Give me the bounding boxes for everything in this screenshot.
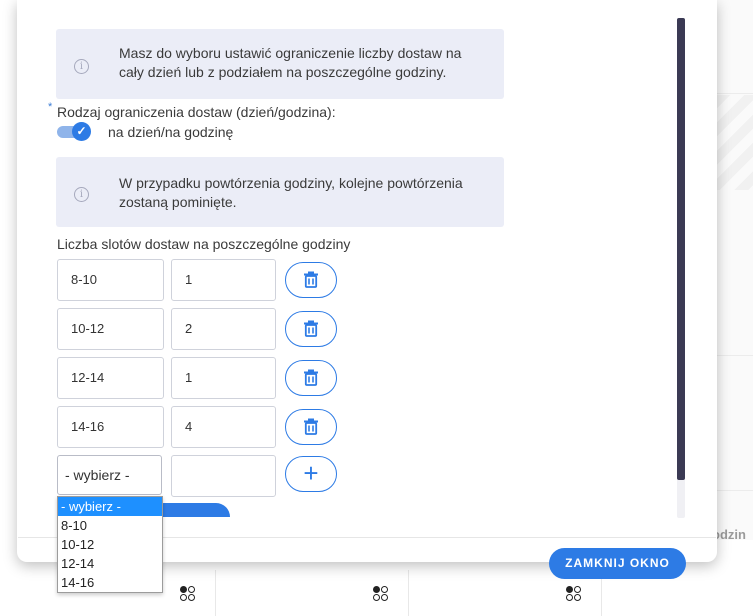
close-window-button[interactable]: ZAMKNIJ OKNO bbox=[549, 548, 686, 579]
hour-dropdown-list[interactable]: - wybierz - 8-10 10-12 12-14 14-16 bbox=[57, 496, 163, 593]
slot-hour-field[interactable]: 14-16 bbox=[57, 406, 164, 448]
check-icon: ✓ bbox=[72, 122, 91, 141]
dropdown-option[interactable]: 10-12 bbox=[58, 535, 162, 554]
background-column-divider bbox=[215, 570, 216, 616]
new-slot-count-field[interactable] bbox=[171, 455, 276, 497]
background-column-divider bbox=[408, 570, 409, 616]
trash-icon bbox=[304, 418, 318, 435]
delete-slot-button[interactable] bbox=[285, 311, 337, 347]
slot-hour-field[interactable]: 8-10 bbox=[57, 259, 164, 301]
background-striped-cell bbox=[716, 95, 753, 190]
modal-scrollbar[interactable] bbox=[677, 18, 685, 518]
dropdown-option[interactable]: - wybierz - bbox=[58, 497, 162, 516]
new-slot-hour-select[interactable]: - wybierz - bbox=[57, 455, 162, 495]
background-divider bbox=[716, 355, 753, 356]
dropdown-option[interactable]: 8-10 bbox=[58, 516, 162, 535]
scrollbar-thumb[interactable] bbox=[677, 18, 685, 480]
dots-grid-icon[interactable] bbox=[566, 586, 582, 602]
background-divider bbox=[716, 93, 753, 94]
background-divider bbox=[716, 490, 753, 491]
slot-count-field[interactable]: 2 bbox=[171, 308, 276, 350]
trash-icon bbox=[304, 320, 318, 337]
slot-count-field[interactable]: 1 bbox=[171, 357, 276, 399]
info-icon: i bbox=[74, 187, 89, 202]
info-icon: i bbox=[74, 59, 89, 74]
trash-icon bbox=[304, 369, 318, 386]
info-box-duplicate-hours: i W przypadku powtórzenia godziny, kolej… bbox=[56, 157, 504, 227]
delete-slot-button[interactable] bbox=[285, 262, 337, 298]
limit-type-toggle[interactable]: ✓ bbox=[57, 122, 91, 141]
required-marker: * bbox=[48, 101, 53, 113]
delete-slot-button[interactable] bbox=[285, 360, 337, 396]
slots-label: Liczba slotów dostaw na poszczególne god… bbox=[57, 236, 351, 252]
background-card bbox=[716, 0, 753, 540]
limit-type-label: Rodzaj ograniczenia dostaw (dzień/godzin… bbox=[57, 104, 336, 120]
slot-count-field[interactable]: 1 bbox=[171, 259, 276, 301]
slot-hour-field[interactable]: 12-14 bbox=[57, 357, 164, 399]
trash-icon bbox=[304, 271, 318, 288]
dots-grid-icon[interactable] bbox=[373, 586, 389, 602]
info-box-day-or-hour: i Masz do wyboru ustawić ograniczenie li… bbox=[56, 29, 504, 99]
dots-grid-icon[interactable] bbox=[180, 586, 196, 602]
background-column-label: odzin bbox=[712, 527, 746, 542]
add-slot-button[interactable]: + bbox=[285, 456, 337, 492]
delete-slot-button[interactable] bbox=[285, 409, 337, 445]
slot-hour-field[interactable]: 10-12 bbox=[57, 308, 164, 350]
info-text: Masz do wyboru ustawić ograniczenie licz… bbox=[119, 45, 462, 80]
dropdown-option[interactable]: 14-16 bbox=[58, 573, 162, 592]
info-text: W przypadku powtórzenia godziny, kolejne… bbox=[119, 175, 463, 210]
toggle-label: na dzień/na godzinę bbox=[108, 124, 234, 140]
plus-icon: + bbox=[303, 458, 319, 488]
dropdown-option[interactable]: 12-14 bbox=[58, 554, 162, 573]
slot-count-field[interactable]: 4 bbox=[171, 406, 276, 448]
